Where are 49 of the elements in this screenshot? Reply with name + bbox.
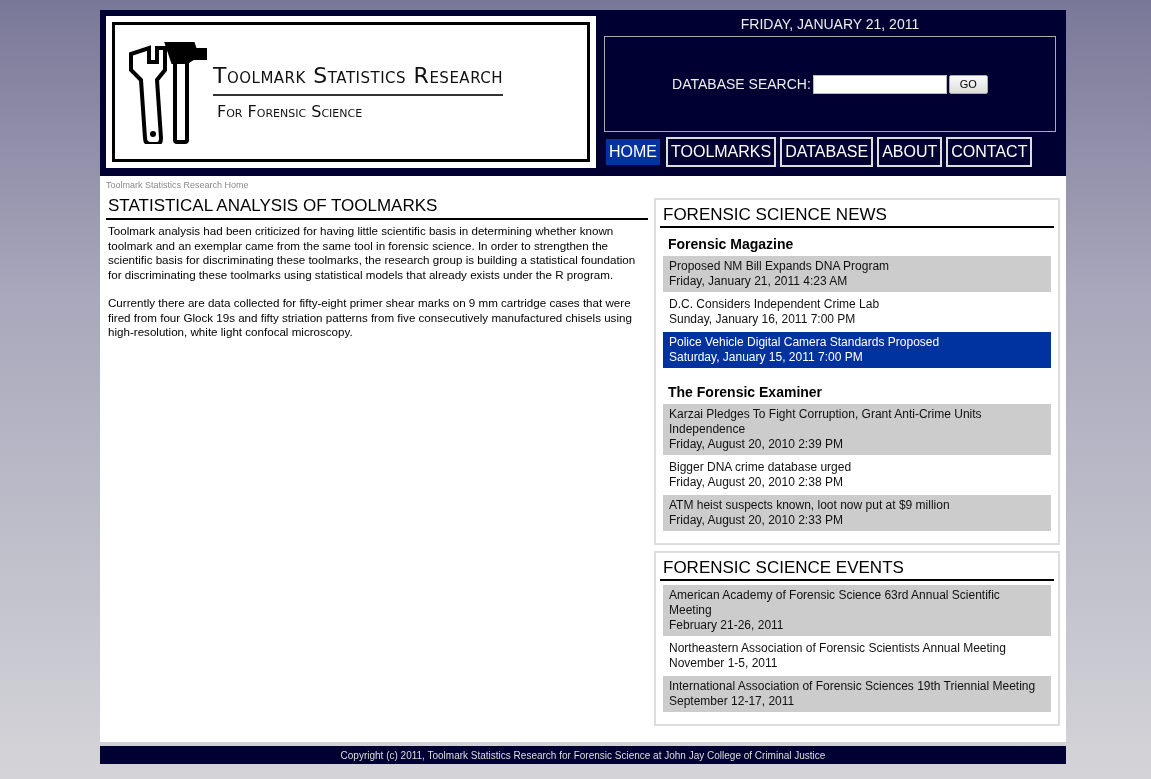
news-date: Friday, August 20, 2010 2:38 PM bbox=[669, 475, 844, 490]
event-item[interactable]: American Academy of Forensic Science 63rd Annual Scientific Meeting February 21-26, 2011 bbox=[663, 585, 1051, 636]
event-name: American Academy of Forensic Science 63rd Annual Scientific Meeting bbox=[669, 588, 1001, 618]
news-date: Sunday, January 16, 2011 7:00 PM bbox=[669, 312, 857, 327]
news-headline: D.C. Considers Independent Crime Lab bbox=[669, 297, 881, 312]
news-date: Friday, January 21, 2011 4:23 AM bbox=[669, 274, 849, 289]
article-paragraph: Toolmark analysis had been criticized for having little scientific basis in determining whether known toolmark and an exemplar came from the same tool in forensic science. In order to strengthen the scientific basis for discriminating these toolmarks, the research group is building a statistical foundation for discriminating these toolmarks using statistical models that already exists under the R program. bbox=[108, 224, 637, 282]
news-headline: Proposed NM Bill Expands DNA Program bbox=[669, 259, 891, 274]
news-date: Friday, August 20, 2010 2:33 PM bbox=[669, 513, 844, 528]
news-item[interactable]: Police Vehicle Digital Camera Standards Proposed Saturday, January 15, 2011 7:00 PM bbox=[663, 332, 1051, 368]
news-date: Saturday, January 15, 2011 7:00 PM bbox=[669, 350, 864, 365]
news-headline: Bigger DNA crime database urged bbox=[669, 460, 853, 475]
news-title: FORENSIC SCIENCE NEWS bbox=[660, 204, 1054, 228]
article-title: STATISTICAL ANALYSIS OF TOOLMARKS bbox=[106, 196, 648, 220]
copyright-text: Copyright (c) 2011, Toolmark Statistics Research for Forensic Science at John Jay College of Criminal Justice bbox=[340, 748, 826, 762]
event-date: November 1-5, 2011 bbox=[669, 656, 779, 671]
event-date: February 21-26, 2011 bbox=[669, 618, 785, 633]
news-headline: ATM heist suspects known, loot now put at $9 million bbox=[669, 498, 951, 513]
news-item[interactable]: ATM heist suspects known, loot now put at $9 million Friday, August 20, 2010 2:33 PM bbox=[663, 495, 1051, 531]
article-paragraph: Currently there are data collected for fifty-eight primer shear marks on 9 mm cartridge cases that were fired from four Glock 19s and fifty striation patterns from five consecutively manufactured chisels using high-resolution, white light confocal microscopy. bbox=[108, 296, 633, 340]
nav-tab[interactable]: CONTACT bbox=[946, 137, 1033, 167]
logo[interactable]: Toolmark Statistics Research For Forensic Science bbox=[106, 16, 596, 168]
news-item[interactable]: Karzai Pledges To Fight Corruption, Grant Anti-Crime Units Independence Friday, August 20, 2010 2:39 PM bbox=[663, 404, 1051, 455]
nav-tab[interactable]: DATABASE bbox=[780, 137, 874, 167]
go-button[interactable]: GO bbox=[948, 74, 988, 94]
nav-tab[interactable]: TOOLMARKS bbox=[666, 137, 777, 167]
site-title: Toolmark Statistics Research bbox=[213, 63, 504, 96]
source-title: Forensic Magazine bbox=[668, 236, 795, 252]
site-subtitle: For Forensic Science bbox=[216, 101, 364, 121]
news-item[interactable]: D.C. Considers Independent Crime Lab Sunday, January 16, 2011 7:00 PM bbox=[663, 294, 1051, 330]
nav-tab[interactable]: HOME bbox=[604, 137, 662, 167]
search-field[interactable] bbox=[812, 74, 947, 94]
event-item[interactable]: Northeastern Association of Forensic Scientists Annual Meeting November 1-5, 2011 bbox=[663, 638, 1051, 674]
event-name: International Association of Forensic Sciences 19th Triennial Meeting bbox=[669, 679, 1037, 694]
source-title: The Forensic Examiner bbox=[668, 384, 824, 400]
breadcrumb-link[interactable]: Toolmark Statistics Research Home bbox=[106, 180, 1060, 190]
news-date: Friday, August 20, 2010 2:39 PM bbox=[669, 437, 844, 452]
event-date: September 12-17, 2011 bbox=[669, 694, 796, 709]
event-name: Northeastern Association of Forensic Scientists Annual Meeting bbox=[669, 641, 1007, 656]
events-title: FORENSIC SCIENCE EVENTS bbox=[660, 557, 1054, 581]
wrench-hammer-icon bbox=[127, 40, 207, 144]
news-headline: Police Vehicle Digital Camera Standards Proposed bbox=[669, 335, 941, 350]
news-headline: Karzai Pledges To Fight Corruption, Grant Anti-Crime Units Independence bbox=[669, 407, 983, 437]
search-label: DATABASE SEARCH: bbox=[672, 76, 811, 92]
news-item[interactable]: Proposed NM Bill Expands DNA Program Friday, January 21, 2011 4:23 AM bbox=[663, 256, 1051, 292]
news-item[interactable]: Bigger DNA crime database urged Friday, August 20, 2010 2:38 PM bbox=[663, 457, 1051, 493]
nav-tab[interactable]: ABOUT bbox=[877, 137, 943, 167]
date-text: FRIDAY, JANUARY 21, 2011 bbox=[739, 16, 921, 32]
event-item[interactable]: International Association of Forensic Sciences 19th Triennial Meeting September 12-17, 2011 bbox=[663, 676, 1051, 712]
